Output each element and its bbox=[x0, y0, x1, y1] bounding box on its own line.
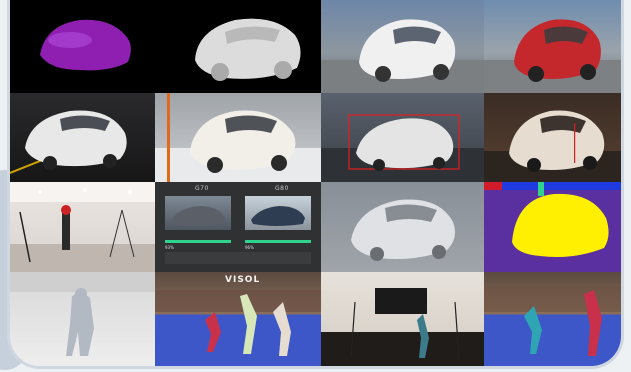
compare-right-pct: 96% bbox=[245, 245, 254, 250]
red-suv bbox=[484, 19, 621, 93]
arena-fighters-alt bbox=[484, 286, 621, 356]
compare-right-image bbox=[245, 196, 311, 230]
snow-suv bbox=[155, 93, 321, 182]
purple-car-shape bbox=[40, 19, 131, 71]
compare-left-progress bbox=[165, 240, 231, 243]
tile-purple-car-mask bbox=[10, 0, 155, 93]
stage-scene bbox=[321, 288, 484, 366]
compare-left-pct: 93% bbox=[165, 245, 174, 250]
arena-banner: VISOL bbox=[225, 275, 261, 285]
tile-segmentation bbox=[484, 182, 621, 272]
tile-suv-sunset bbox=[484, 93, 621, 182]
tile-arena-fight: VISOL bbox=[155, 272, 321, 366]
tile-mocap-studio bbox=[10, 182, 155, 272]
tile-mocap-stage bbox=[321, 272, 484, 366]
detected-suv bbox=[321, 114, 484, 182]
white-suv bbox=[321, 19, 484, 93]
collage-grid: G70 G80 93% 96% VISOL bbox=[10, 0, 621, 366]
compare-left-image bbox=[165, 196, 231, 230]
sunset-suv bbox=[484, 110, 621, 182]
mocap-studio-scene bbox=[10, 182, 155, 272]
tile-white-car-render bbox=[155, 0, 321, 93]
tile-suv-detection bbox=[321, 93, 484, 182]
tile-wireframe-figure bbox=[10, 272, 155, 366]
tile-suv-snow bbox=[155, 93, 321, 182]
segmentation-map bbox=[484, 182, 621, 257]
image-collage: G70 G80 93% 96% VISOL bbox=[0, 0, 631, 372]
arena-fighters bbox=[155, 290, 321, 356]
fog-suv bbox=[321, 182, 484, 272]
tile-arena-fight-alt bbox=[484, 272, 621, 366]
tile-suv-fog bbox=[321, 182, 484, 272]
compare-right-label: G80 bbox=[275, 185, 289, 192]
grey-figure-scene bbox=[10, 272, 155, 356]
white-car-model bbox=[195, 18, 301, 81]
compare-footer bbox=[165, 252, 311, 264]
tile-car-comparison: G70 G80 93% 96% bbox=[155, 182, 321, 272]
compare-left-label: G70 bbox=[195, 185, 209, 192]
tile-suv-night bbox=[10, 93, 155, 182]
compare-right-progress bbox=[245, 240, 311, 243]
tile-white-suv-road bbox=[321, 0, 484, 93]
night-suv bbox=[10, 110, 127, 174]
tile-red-suv-road bbox=[484, 0, 621, 93]
